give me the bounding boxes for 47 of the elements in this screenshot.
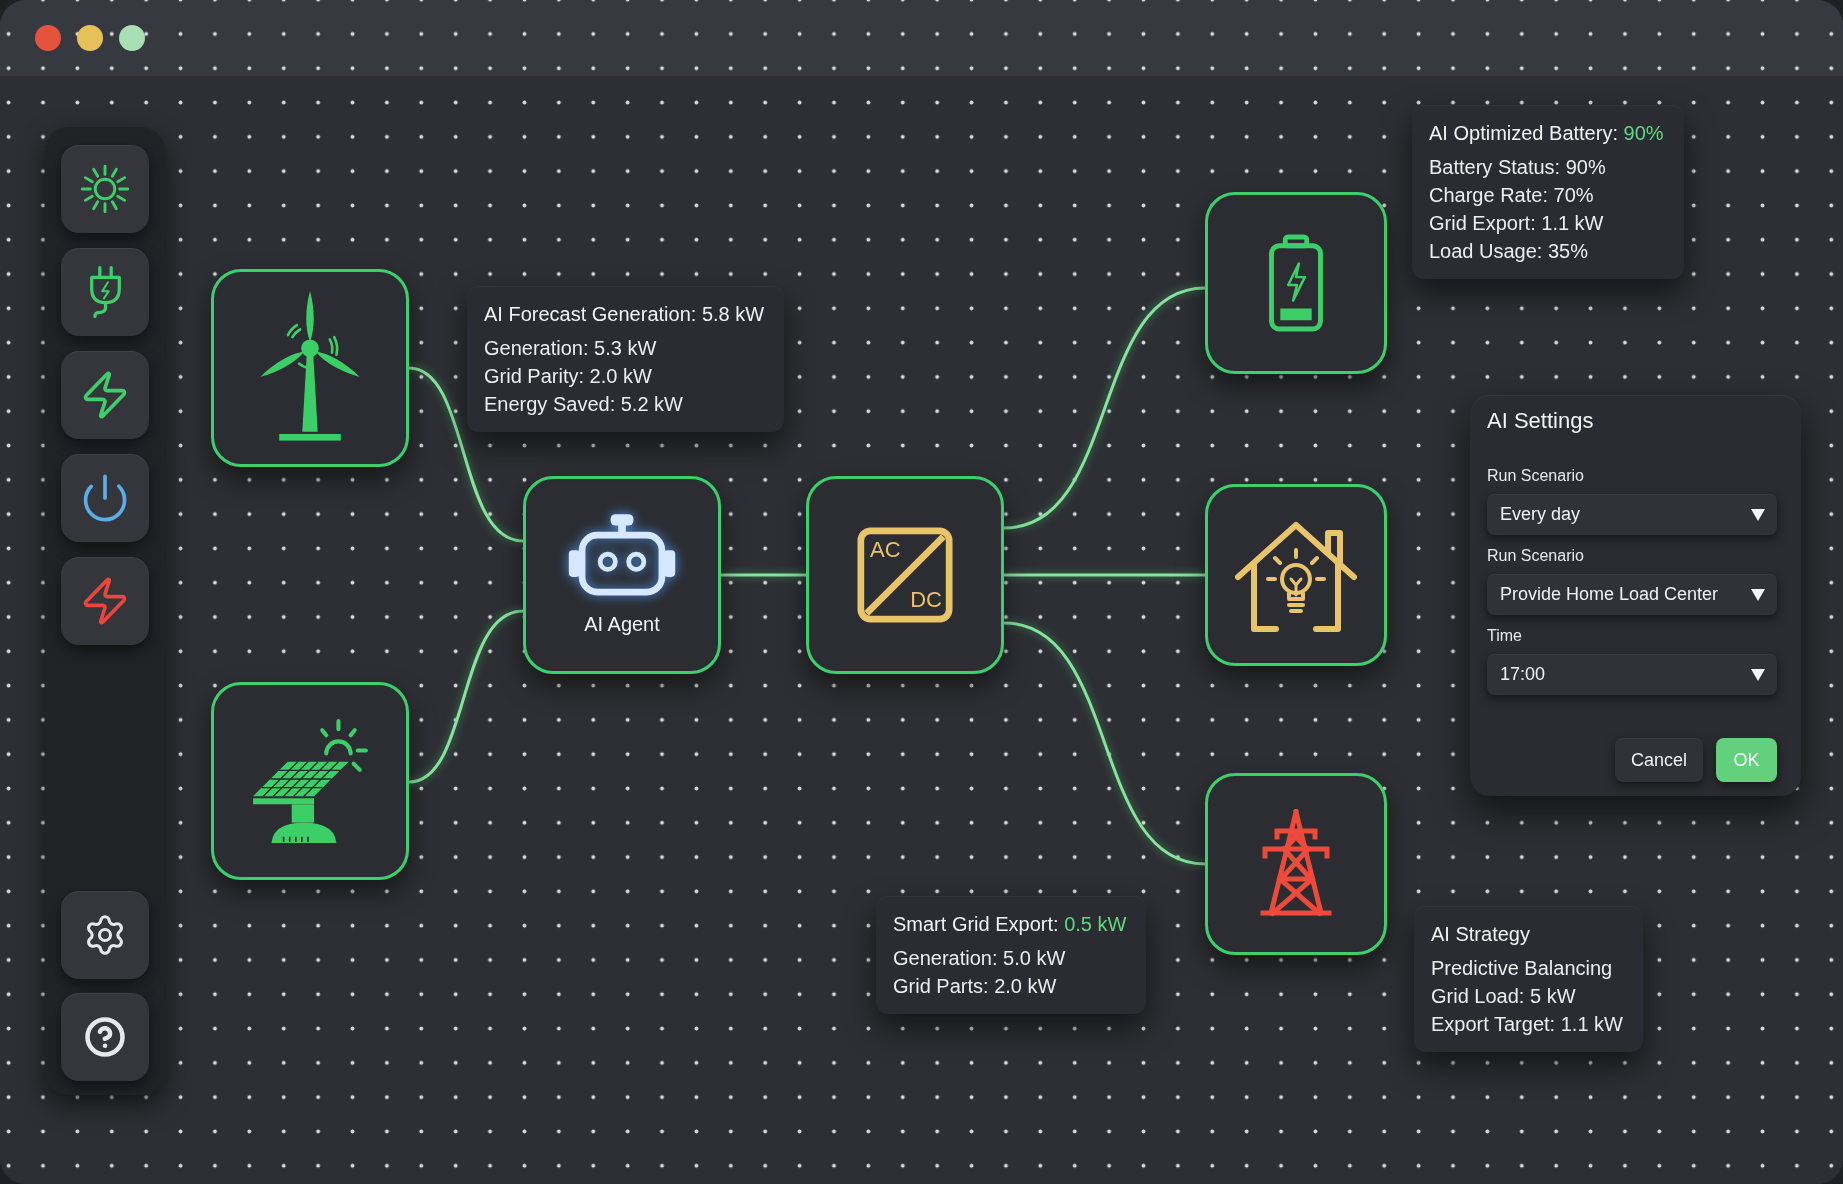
node-label: AC <box>870 538 901 562</box>
card-title: AI Forecast Generation: 5.8 kW <box>484 302 765 327</box>
field-label: Run Scenario <box>1487 546 1585 566</box>
sidebar-button[interactable] <box>61 891 149 979</box>
node-label: DC <box>910 588 942 612</box>
card-line: Grid Export: 1.1 kW <box>1429 211 1605 236</box>
card-line: Battery Status: 90% <box>1429 155 1607 180</box>
card-line: Predictive Balancing <box>1431 956 1614 981</box>
sidebar-button[interactable] <box>61 351 149 439</box>
node-label: AI Agent <box>584 612 660 636</box>
sidebar-button[interactable] <box>61 454 149 542</box>
field-label: Run Scenario <box>1487 466 1585 486</box>
dropdown[interactable]: 17:00 <box>1487 654 1777 695</box>
caret-icon <box>1751 588 1765 601</box>
cancel-button[interactable]: Cancel <box>1615 738 1703 782</box>
dropdown[interactable]: Every day <box>1487 494 1777 535</box>
close-button[interactable] <box>35 25 61 51</box>
panel-title: AI Settings <box>1487 407 1595 435</box>
sidebar-button[interactable] <box>61 993 149 1081</box>
dropdown[interactable]: Provide Home Load Center <box>1487 574 1777 615</box>
card-line: Generation: 5.0 kW <box>893 946 1067 971</box>
node-card[interactable]: AC DC <box>806 476 1004 674</box>
card-line: Energy Saved: 5.2 kW <box>484 392 684 417</box>
card-line: Export Target: 1.1 kW <box>1431 1012 1623 1037</box>
node-card[interactable]: AI Agent <box>523 476 721 674</box>
sidebar-button[interactable] <box>61 248 149 336</box>
card-title: AI Optimized Battery: 90% <box>1429 121 1664 146</box>
caret-icon <box>1751 508 1765 521</box>
card-line: Grid Load: 5 kW <box>1431 984 1577 1009</box>
card-line: Grid Parts: 2.0 kW <box>893 974 1058 999</box>
card-line: Grid Parity: 2.0 kW <box>484 364 653 389</box>
node-card[interactable] <box>1205 192 1387 374</box>
node-card[interactable] <box>1205 484 1387 666</box>
card-title: Smart Grid Export: 0.5 kW <box>893 912 1127 937</box>
field-label: Time <box>1487 626 1523 646</box>
card-line: Load Usage: 35% <box>1429 239 1589 264</box>
minimize-button[interactable] <box>77 25 103 51</box>
maximize-button[interactable] <box>119 25 145 51</box>
help-icon <box>84 1016 126 1058</box>
node-card[interactable] <box>211 269 409 467</box>
card-title: AI Strategy <box>1431 922 1531 947</box>
node-card[interactable] <box>211 682 409 880</box>
node-card[interactable] <box>1205 773 1387 955</box>
card-line: Charge Rate: 70% <box>1429 183 1595 208</box>
caret-icon <box>1751 668 1765 681</box>
sidebar-button[interactable] <box>61 145 149 233</box>
card-line: Generation: 5.3 kW <box>484 336 658 361</box>
